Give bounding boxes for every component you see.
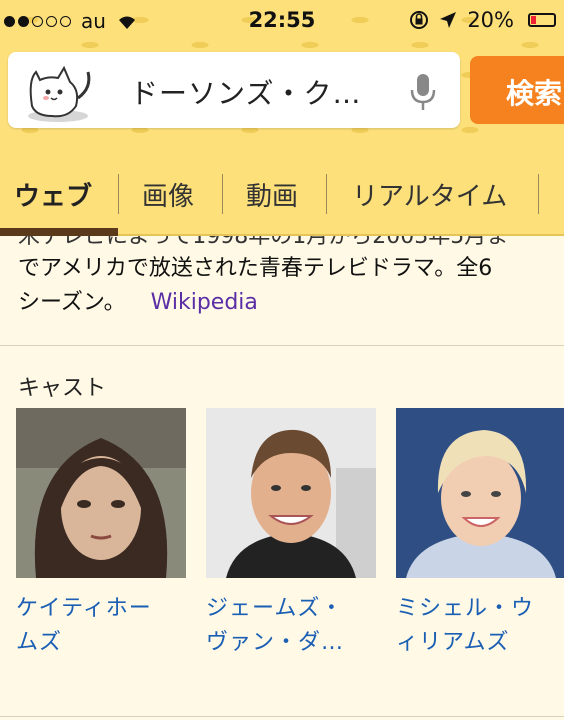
cast-photo-image xyxy=(16,408,186,578)
tab-separator xyxy=(222,174,223,214)
summary-line: でアメリカで放送された青春テレビドラマ。全6 xyxy=(18,256,493,281)
cast-photo[interactable] xyxy=(396,408,564,578)
status-right: 20% xyxy=(409,8,556,32)
cast-card[interactable]: ミシェル・ウ ィリアムズ xyxy=(396,408,564,660)
summary-line-last: シーズン。 Wikipedia xyxy=(18,286,564,320)
cast-photo[interactable] xyxy=(206,408,376,578)
cast-name-line: ヴァン・ダ… xyxy=(206,630,345,655)
wikipedia-link[interactable]: Wikipedia xyxy=(151,290,258,315)
search-button[interactable]: 検索 xyxy=(470,56,564,124)
summary-line-cut: 米テレビによって1998年の1月から2003年5月ま xyxy=(18,236,509,249)
location-arrow-icon xyxy=(440,12,457,28)
tab-realtime[interactable]: リアルタイム xyxy=(352,176,507,213)
search-box[interactable]: ドーソンズ・ク… xyxy=(8,52,460,128)
orientation-lock-icon xyxy=(410,11,429,29)
tab-videos[interactable]: 動画 xyxy=(246,176,298,213)
cast-photo-image xyxy=(396,408,564,578)
cast-name-line: ムズ xyxy=(16,630,63,655)
search-input[interactable]: ドーソンズ・ク… xyxy=(130,72,361,112)
microphone-icon[interactable] xyxy=(408,72,438,112)
status-bar: au 22:55 20% xyxy=(0,0,564,42)
summary-text: 米テレビによって1998年の1月から2003年5月ま でアメリカで放送された青春… xyxy=(18,236,564,344)
tab-separator xyxy=(538,174,539,214)
bottom-divider xyxy=(0,716,564,717)
cast-card[interactable]: ケイティホー ムズ xyxy=(16,408,186,660)
summary-line-text: シーズン。 xyxy=(18,290,126,315)
battery-icon xyxy=(528,13,556,27)
cast-name-line: ミシェル・ウ xyxy=(396,596,535,621)
cast-name[interactable]: ケイティホー ムズ xyxy=(16,592,186,660)
cast-photo-image xyxy=(206,408,376,578)
cast-card[interactable]: ジェームズ・ ヴァン・ダ… xyxy=(206,408,376,660)
cast-name-line: ィリアムズ xyxy=(396,630,510,655)
cast-heading: キャスト xyxy=(18,376,107,401)
section-divider xyxy=(0,345,564,346)
active-tab-indicator xyxy=(0,228,118,236)
cast-name-line: ケイティホー xyxy=(16,596,152,621)
battery-percent: 20% xyxy=(467,8,514,32)
cast-name[interactable]: ミシェル・ウ ィリアムズ xyxy=(396,592,564,660)
cast-photo[interactable] xyxy=(16,408,186,578)
cast-name-line: ジェームズ・ xyxy=(206,596,344,621)
tab-separator xyxy=(118,174,119,214)
tab-web[interactable]: ウェブ xyxy=(14,176,92,213)
tab-separator xyxy=(326,174,327,214)
tab-images[interactable]: 画像 xyxy=(142,176,194,213)
cat-logo-icon xyxy=(28,65,91,122)
cast-name[interactable]: ジェームズ・ ヴァン・ダ… xyxy=(206,592,376,660)
